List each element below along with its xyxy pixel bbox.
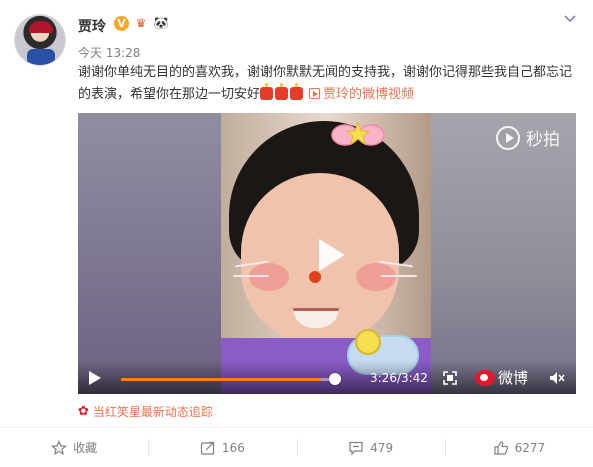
- progress-fill: [121, 378, 321, 381]
- candle-icon: [290, 83, 304, 100]
- crown-icon[interactable]: ♛: [132, 16, 150, 31]
- play-icon[interactable]: [307, 233, 351, 277]
- video-blur-right: [431, 113, 576, 394]
- video-time: 3:26/3:42: [370, 371, 428, 385]
- play-button[interactable]: [87, 370, 103, 386]
- whisker: [233, 275, 269, 277]
- username[interactable]: 贾玲: [78, 16, 106, 36]
- comment-icon: [349, 441, 363, 455]
- progress-bar[interactable]: [121, 378, 335, 381]
- like-icon: [493, 440, 508, 455]
- video-controls: 3:26/3:42 微博: [78, 361, 576, 394]
- mute-icon[interactable]: [549, 370, 565, 386]
- chevron-down-icon[interactable]: [563, 12, 577, 26]
- verified-icon[interactable]: V: [114, 16, 129, 31]
- repost-count: 166: [221, 440, 245, 455]
- weibo-logo-icon: [475, 369, 495, 386]
- frame-cheek-left: [249, 263, 289, 291]
- topic-icon: ✿: [78, 404, 89, 419]
- like-count: 6277: [514, 440, 546, 455]
- comment-count: 479: [370, 440, 394, 455]
- star-icon: [51, 439, 68, 455]
- watermark-label: 秒拍: [526, 130, 560, 150]
- whisker: [381, 275, 417, 277]
- topic-label: 当红笑星最新动态追踪: [92, 405, 213, 419]
- avatar[interactable]: [14, 14, 66, 66]
- avatar-body: [27, 49, 55, 65]
- like-button[interactable]: 6277: [444, 428, 593, 467]
- star-bow-icon: [331, 121, 385, 146]
- progress-knob[interactable]: [329, 373, 341, 385]
- panda-icon[interactable]: 🐼: [153, 16, 169, 31]
- favorite-button[interactable]: 收藏: [0, 428, 148, 467]
- video-link-icon: [309, 88, 321, 99]
- candle-icon: [275, 83, 289, 100]
- frame-cheek-right: [356, 263, 396, 291]
- miaopai-watermark: 秒拍: [496, 125, 560, 150]
- comment-button[interactable]: 479: [296, 428, 445, 467]
- video-player[interactable]: 秒拍 3:26/3:42 微博: [78, 113, 576, 394]
- repost-button[interactable]: 166: [148, 428, 296, 467]
- action-bar: 收藏 166 479 6277: [0, 428, 593, 467]
- weibo-logo: 微博: [475, 367, 528, 388]
- candle-emojis: [260, 83, 304, 100]
- video-blur-left: [78, 113, 221, 394]
- post-text: 谢谢你单纯无目的的喜欢我，谢谢你默默无闻的支持我，谢谢你记得那些我自己都忘记的表…: [78, 62, 578, 106]
- video-link-label: 贾玲的微博视频: [323, 87, 415, 102]
- repost-icon: [200, 441, 215, 455]
- weibo-brand-label: 微博: [498, 369, 529, 387]
- fullscreen-icon[interactable]: [443, 371, 457, 385]
- miaopai-icon: [496, 125, 520, 150]
- candle-icon: [260, 83, 274, 100]
- avatar-hat: [29, 21, 53, 33]
- topic-link[interactable]: ✿ 当红笑星最新动态追踪: [78, 403, 213, 420]
- video-link[interactable]: 贾玲的微博视频: [309, 87, 414, 102]
- weibo-post-card: 贾玲 V ♛ 🐼 今天 13:28 谢谢你单纯无目的的喜欢我，谢谢你默默无闻的支…: [0, 0, 593, 467]
- user-badges: V ♛ 🐼: [114, 16, 169, 31]
- favorite-label: 收藏: [73, 441, 98, 455]
- post-timestamp[interactable]: 今天 13:28: [78, 44, 140, 61]
